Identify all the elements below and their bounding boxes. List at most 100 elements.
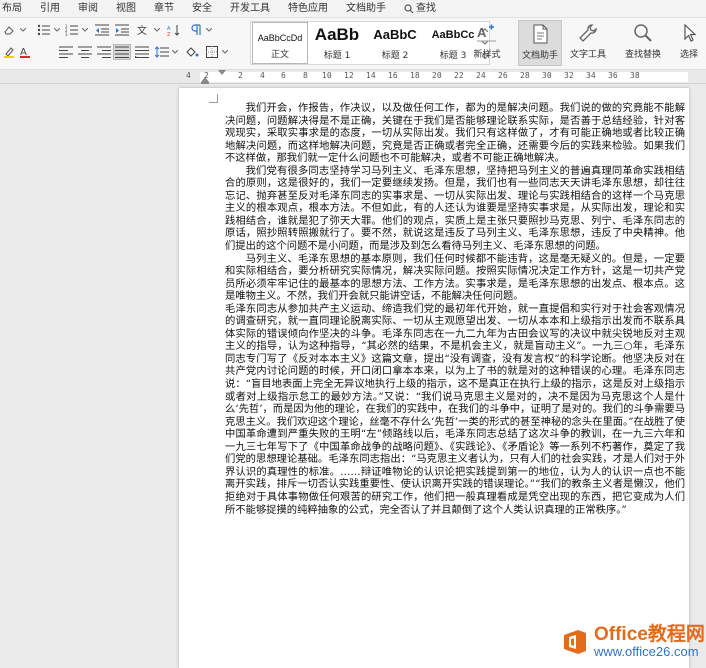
ruler-number: 14	[366, 71, 376, 80]
ruler-number: 4	[186, 71, 191, 80]
margin-corner-mark	[209, 94, 218, 103]
bullet-list-button[interactable]	[36, 23, 52, 37]
new-style-label: 新样式	[473, 50, 501, 60]
wrench-icon	[579, 24, 597, 42]
decrease-indent-button[interactable]	[94, 23, 110, 37]
bullet-list-icon	[37, 24, 50, 36]
chevron-down-icon	[206, 28, 212, 32]
tab-doc-helper[interactable]: 文档助手	[337, 0, 395, 18]
font-color-icon: A	[20, 47, 30, 58]
style-heading-2[interactable]: AaBbC 标题 2	[367, 22, 423, 64]
ruler-number: 6	[281, 71, 286, 80]
document-body[interactable]: 我们开会，作报告，作决议，以及做任何工作，都为的是解决问题。我们说的做的究竟能不…	[225, 102, 685, 516]
search-button[interactable]: 查找	[395, 0, 445, 18]
align-left-icon	[59, 46, 73, 58]
horizontal-ruler[interactable]: 4 2 2 4 6 8 10 12 14 16 18 20 22 24 26 2…	[0, 70, 706, 84]
ruler-number: 20	[432, 71, 442, 80]
doc-helper-label: 文档助手	[521, 51, 558, 61]
borders-dropdown[interactable]	[221, 45, 229, 59]
ruler-number: 24	[476, 71, 486, 80]
text-highlight-button[interactable]	[2, 45, 16, 59]
show-marks-dropdown[interactable]	[205, 23, 213, 37]
chevron-down-icon	[82, 28, 88, 32]
svg-text:文: 文	[137, 24, 147, 36]
search-label: 查找	[416, 2, 436, 14]
cursor-arrow-icon	[684, 23, 697, 42]
line-spacing-button[interactable]	[154, 45, 170, 59]
style-heading-2-sample: AaBbC	[373, 27, 417, 42]
show-marks-button[interactable]	[188, 23, 204, 37]
tab-references[interactable]: 引用	[31, 0, 69, 18]
svg-text:3: 3	[65, 32, 68, 36]
highlight-pen-icon	[4, 47, 14, 58]
svg-text:Z: Z	[167, 32, 171, 36]
chinese-layout-dropdown[interactable]	[153, 23, 161, 37]
justify-button[interactable]	[113, 44, 131, 60]
numbered-list-icon: 123	[65, 24, 78, 36]
ruler-number: 28	[520, 71, 530, 80]
chevron-down-icon	[222, 50, 228, 54]
ruler-number: 22	[454, 71, 464, 80]
tab-features[interactable]: 特色应用	[279, 0, 337, 18]
ruler-number: 34	[586, 71, 596, 80]
align-right-button[interactable]	[96, 45, 112, 59]
ribbon: 123 文 AZ A AaBbCcDd 正文 AaBb 标题 1 AaBbC 标…	[0, 18, 706, 70]
increase-indent-button[interactable]	[114, 23, 130, 37]
chevron-down-icon	[54, 28, 60, 32]
align-left-button[interactable]	[58, 45, 74, 59]
style-heading-2-label: 标题 2	[381, 51, 409, 61]
document-page[interactable]: 我们开会，作报告，作决议，以及做任何工作，都为的是解决问题。我们说的做的究竟能不…	[179, 88, 689, 668]
select-label: 选择	[679, 50, 698, 60]
tab-security[interactable]: 安全	[183, 0, 221, 18]
doc-helper-button[interactable]: 文档助手	[518, 20, 562, 66]
ruler-number: 30	[542, 71, 552, 80]
ruler-number: 36	[608, 71, 618, 80]
tab-section[interactable]: 章节	[145, 0, 183, 18]
distributed-align-button[interactable]	[134, 45, 150, 59]
first-line-indent-marker-icon[interactable]	[218, 70, 226, 76]
find-replace-button[interactable]: 查找替换	[622, 20, 664, 66]
borders-icon	[206, 46, 218, 58]
sort-icon: AZ	[167, 25, 180, 36]
ruler-number: 2	[238, 71, 243, 80]
select-button[interactable]: 选择	[672, 20, 706, 66]
align-right-icon	[97, 46, 111, 58]
ruler-number: 12	[344, 71, 354, 80]
eraser-icon	[4, 26, 14, 35]
text-tool-button[interactable]: 文字工具	[566, 20, 610, 66]
ruler-number: 10	[322, 71, 332, 80]
chinese-layout-button[interactable]: 文	[136, 23, 152, 37]
svg-text:A: A	[477, 25, 487, 40]
clear-format-dropdown[interactable]	[18, 23, 28, 37]
bullet-list-dropdown[interactable]	[53, 23, 61, 37]
paragraph[interactable]: 马列主义、毛泽东思想的基本原则，我们任何时候都不能违背，这是毫无疑义的。但是，一…	[225, 253, 685, 303]
document-icon	[533, 24, 548, 44]
watermark-url: www.office26.com	[594, 644, 699, 659]
font-color-button[interactable]: A	[18, 45, 32, 59]
tab-layout[interactable]: 布局	[0, 0, 31, 18]
tab-review[interactable]: 审阅	[69, 0, 107, 18]
new-style-button[interactable]: A 新样式	[466, 20, 508, 66]
clear-format-button[interactable]	[2, 23, 16, 37]
style-normal[interactable]: AaBbCcDd 正文	[252, 22, 308, 64]
ruler-number: 38	[630, 71, 640, 80]
style-normal-sample: AaBbCcDd	[257, 33, 303, 43]
tab-developer[interactable]: 开发工具	[221, 0, 279, 18]
shading-button[interactable]	[184, 45, 200, 59]
paragraph[interactable]: 我们党有很多同志坚持学习马列主义、毛泽东思想，坚持把马列主义的普遍真理同革命实践…	[225, 165, 685, 253]
numbered-list-dropdown[interactable]	[81, 23, 89, 37]
text-tool-label: 文字工具	[569, 50, 606, 60]
chevron-down-icon	[20, 28, 26, 32]
tab-view[interactable]: 视图	[107, 0, 145, 18]
paragraph[interactable]: 我们开会，作报告，作决议，以及做任何工作，都为的是解决问题。我们说的做的究竟能不…	[225, 102, 685, 165]
borders-button[interactable]	[204, 45, 220, 59]
sort-button[interactable]: AZ	[166, 23, 182, 37]
style-heading-1[interactable]: AaBb 标题 1	[309, 22, 365, 64]
numbered-list-button[interactable]: 123	[64, 23, 80, 37]
watermark-title: Office教程网	[594, 624, 705, 645]
ruler-number: 4	[260, 71, 265, 80]
line-spacing-dropdown[interactable]	[171, 45, 179, 59]
paragraph[interactable]: 毛泽东同志从参加共产主义运动、缔造我们党的最初年代开始，就一直提倡和实行对于社会…	[225, 303, 685, 516]
align-center-button[interactable]	[77, 45, 93, 59]
search-icon	[634, 24, 652, 42]
